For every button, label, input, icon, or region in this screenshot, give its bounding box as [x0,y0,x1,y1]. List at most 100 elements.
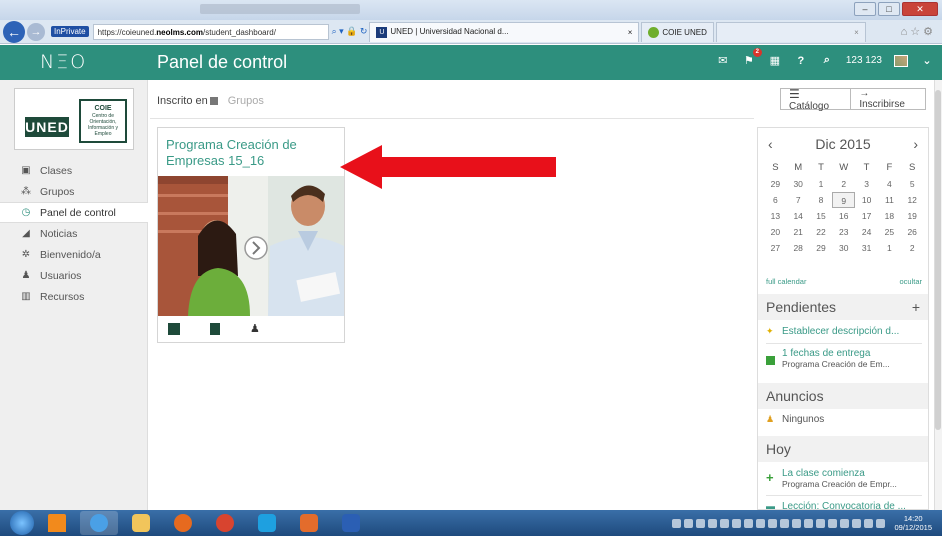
pending-item[interactable]: ✦ Establecer descripción d... [766,326,922,337]
course-image[interactable] [158,176,344,316]
calendar-day[interactable]: 17 [855,208,878,224]
neo-logo[interactable]: NΞO [40,51,87,73]
tray-icon[interactable] [744,518,754,528]
calendar-day[interactable]: 19 [901,208,924,224]
calendar-day[interactable]: 31 [855,240,878,256]
calendar-prev-button[interactable]: ‹ [768,136,773,152]
tray-icon[interactable] [684,518,694,528]
pending-item[interactable]: 1 fechas de entrega Programa Creación de … [766,348,922,369]
full-calendar-link[interactable]: full calendar [766,277,806,286]
calendar-day[interactable]: 3 [855,176,878,192]
calendar-day[interactable]: 29 [764,176,787,192]
calendar-day[interactable]: 18 [878,208,901,224]
tray-icon[interactable] [840,518,850,528]
tray-icon[interactable] [876,518,886,528]
sidebar-item-noticias[interactable]: ◢ Noticias [0,223,148,244]
calendar-day[interactable]: 29 [810,240,833,256]
taskbar-chrome[interactable] [206,511,244,535]
tray-icon[interactable] [780,518,790,528]
close-window-button[interactable]: ✕ [902,2,938,16]
user-name[interactable]: 123 123 [846,55,882,66]
calendar-day[interactable]: 26 [901,224,924,240]
today-item[interactable]: ▬ Lección: Convocatoria de ... [766,501,922,509]
course-logo-icon[interactable] [168,322,180,335]
tray-icon[interactable] [756,518,766,528]
taskbar-word[interactable] [332,511,370,535]
calendar-day[interactable]: 27 [764,240,787,256]
calendar-day[interactable]: 4 [878,176,901,192]
calendar-day[interactable]: 25 [878,224,901,240]
calendar-day[interactable]: 1 [878,240,901,256]
mail-icon[interactable]: ✉ [716,54,730,67]
catalog-button[interactable]: ☰ Catálogo [781,87,850,112]
tray-icon[interactable] [696,518,706,528]
tray-icon[interactable] [852,518,862,528]
calendar-day[interactable]: 13 [764,208,787,224]
taskbar-skype[interactable] [248,511,286,535]
clock[interactable]: 14:20 09/12/2015 [894,514,932,532]
tab-close-icon[interactable]: × [628,28,633,37]
url-field[interactable]: https://coieuned.neolms.com/student_dash… [92,23,329,40]
sidebar-item-bienvenido[interactable]: ✲ Bienvenido/a [0,244,148,265]
calendar-day[interactable]: 22 [810,224,833,240]
minimize-button[interactable]: – [854,2,876,16]
taskbar-ie[interactable] [80,511,118,535]
today-item[interactable]: + La clase comienza Programa Creación de … [766,468,922,489]
tray-icon[interactable] [720,518,730,528]
tab2-close-icon[interactable]: × [854,28,859,37]
tray-icon[interactable] [828,518,838,528]
calendar-day[interactable]: 2 [901,240,924,256]
calendar-day[interactable]: 23 [832,224,855,240]
calendar-day[interactable]: 2 [832,176,855,192]
start-button[interactable] [10,511,34,535]
calendar-day[interactable]: 7 [787,192,810,208]
add-pending-button[interactable]: + [912,299,920,315]
search-lock-refresh-icons[interactable]: ⌕ ▾ 🔒 ↻ [332,26,368,37]
back-button[interactable]: ← [3,20,25,43]
sidebar-item-grupos[interactable]: ⁂ Grupos [0,181,148,202]
tray-icon[interactable] [816,518,826,528]
calendar-next-button[interactable]: › [913,136,918,152]
tray-icon[interactable] [708,518,718,528]
taskbar-vlc[interactable] [38,511,76,535]
help-icon[interactable]: ? [794,55,808,67]
tray-icon[interactable] [732,518,742,528]
calendar-day[interactable]: 20 [764,224,787,240]
sidebar-item-panel[interactable]: ◷ Panel de control [0,202,148,223]
calendar-day[interactable]: 21 [787,224,810,240]
tray-icon[interactable] [792,518,802,528]
search-icon[interactable]: ⌕ [820,54,834,67]
bell-icon[interactable]: ♟ [250,322,260,335]
calendar-day[interactable]: 14 [787,208,810,224]
calendar-day[interactable]: 5 [901,176,924,192]
tray-icon[interactable] [804,518,814,528]
avatar[interactable] [894,54,908,67]
sidebar-item-recursos[interactable]: ▥ Recursos [0,286,148,307]
document-icon[interactable] [210,322,220,335]
tab-uned[interactable]: U UNED | Universidad Nacional d... × [369,21,640,42]
taskbar-explorer[interactable] [122,511,160,535]
calendar-day[interactable]: 6 [764,192,787,208]
chevron-down-icon[interactable]: ⌄ [920,54,934,67]
taskbar-powerpoint[interactable] [290,511,328,535]
hide-calendar-link[interactable]: ocultar [899,277,922,286]
course-title[interactable]: Programa Creación de Empresas 15_16 [166,137,336,169]
tray-icon[interactable] [672,518,682,528]
calendar-day[interactable]: 1 [810,176,833,192]
tray-icon[interactable] [864,518,874,528]
tab-enrolled[interactable]: Inscrito en [157,95,218,107]
sidebar-item-usuarios[interactable]: ♟ Usuarios [0,265,148,286]
sidebar-item-clases[interactable]: ▣ Clases [0,160,148,181]
home-star-icons[interactable]: ⌂☆⚙ [901,25,936,38]
calendar-day[interactable]: 9 [832,192,856,208]
calendar-day[interactable]: 15 [810,208,833,224]
calendar-day[interactable]: 24 [855,224,878,240]
tab-coie[interactable]: COIE UNED [641,21,714,42]
forward-button[interactable]: → [27,22,45,41]
calendar-day[interactable]: 10 [855,192,878,208]
tray-icon[interactable] [768,518,778,528]
scrollbar-thumb[interactable] [935,90,941,430]
calendar-icon[interactable]: ▦ [768,54,782,67]
maximize-button[interactable]: □ [878,2,900,16]
notifications-icon[interactable]: ⚑ 2 [742,48,762,67]
